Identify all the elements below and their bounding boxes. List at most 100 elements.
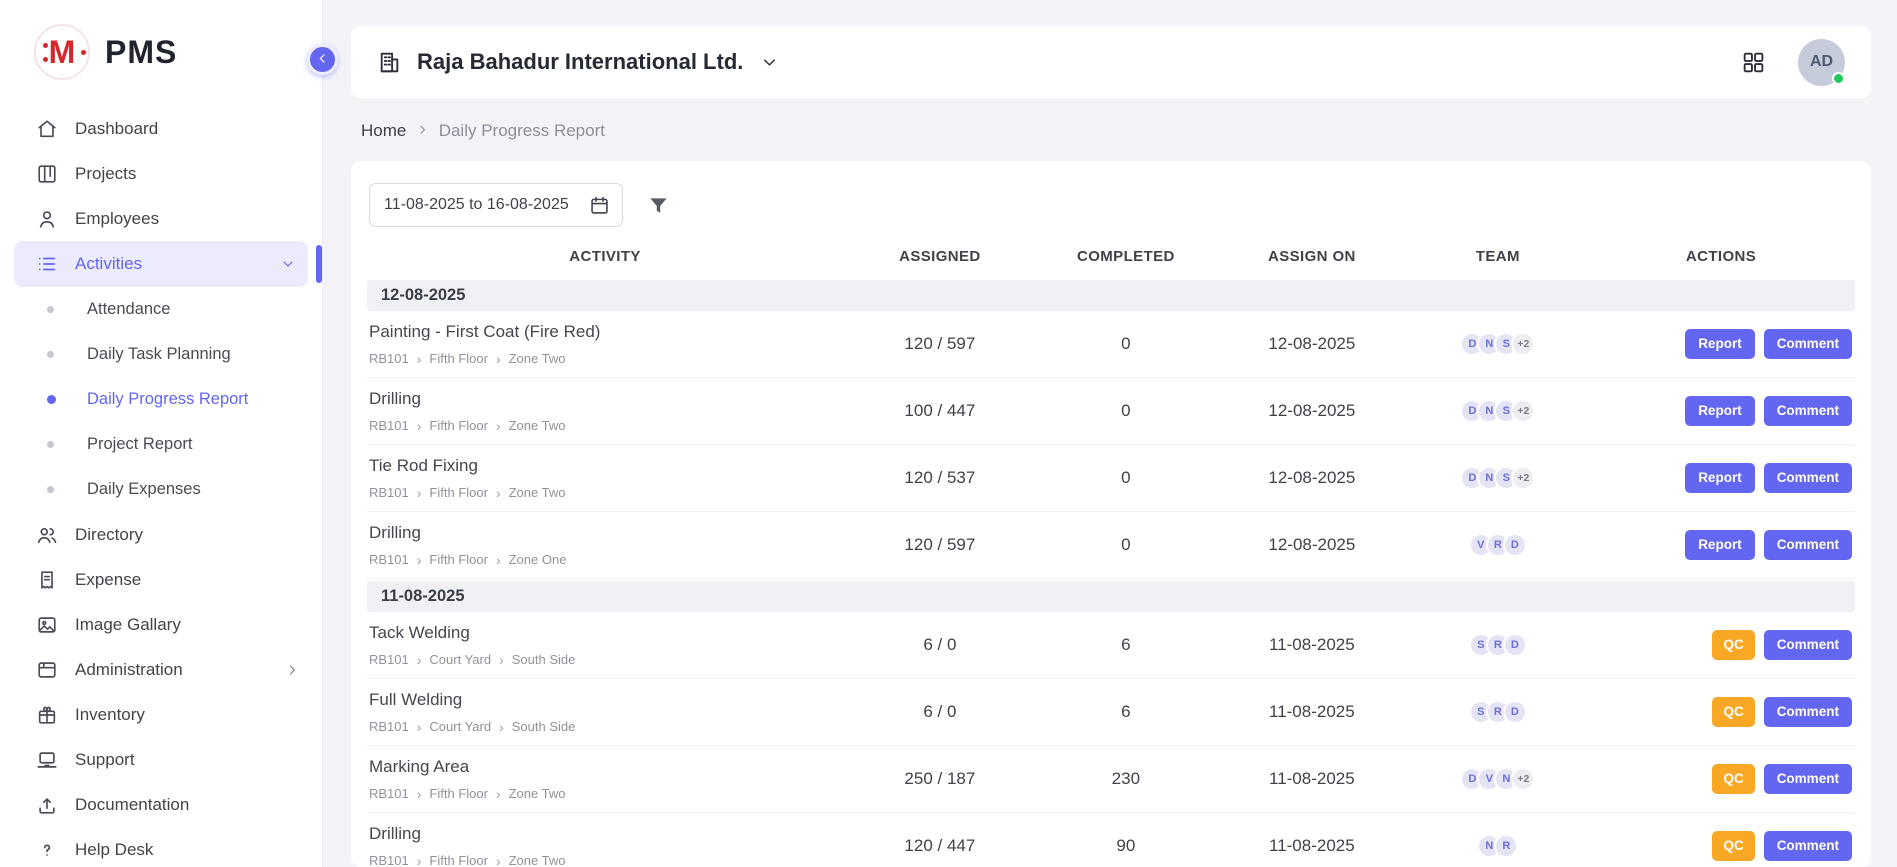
comment-button[interactable]: Comment: [1764, 530, 1852, 560]
path-segment: RB101: [369, 786, 409, 801]
sidebar-subitem-daily-progress-report[interactable]: Daily Progress Report: [0, 377, 322, 422]
comment-button[interactable]: Comment: [1764, 463, 1852, 493]
table-row: Marking AreaRB101›Fifth Floor›Zone Two25…: [367, 746, 1855, 813]
filter-funnel-icon[interactable]: [647, 194, 670, 217]
path-segment: Zone Two: [509, 418, 566, 433]
path-segment: South Side: [512, 652, 576, 667]
team-more-count[interactable]: +2: [1511, 466, 1535, 490]
column-header-assigned: ASSIGNED: [843, 248, 1036, 265]
sidebar-subitem-daily-task-planning[interactable]: Daily Task Planning: [0, 332, 322, 377]
team-member-avatar[interactable]: D: [1503, 533, 1527, 557]
report-button[interactable]: Report: [1685, 463, 1755, 493]
comment-button[interactable]: Comment: [1764, 697, 1852, 727]
breadcrumb-current: Daily Progress Report: [439, 121, 605, 141]
qc-button[interactable]: QC: [1712, 764, 1754, 794]
chevron-right-icon: ›: [417, 787, 422, 801]
chevron-right-icon: ›: [417, 352, 422, 366]
row-actions: QC Comment: [1587, 764, 1855, 794]
report-button[interactable]: Report: [1685, 329, 1755, 359]
breadcrumb-home[interactable]: Home: [361, 121, 406, 141]
activity-location-path: RB101›Fifth Floor›Zone Two: [369, 418, 843, 433]
sidebar-item-inventory[interactable]: Inventory: [0, 692, 322, 737]
chevron-right-icon: ›: [499, 720, 504, 734]
sidebar-item-activities[interactable]: Activities: [14, 241, 308, 287]
team-member-avatar[interactable]: D: [1503, 700, 1527, 724]
team-avatars: SRD: [1409, 633, 1588, 657]
sidebar-item-label: Expense: [75, 570, 141, 590]
helpdesk-icon: [36, 839, 58, 861]
chevron-left-icon: [315, 51, 330, 69]
user-avatar[interactable]: AD: [1798, 39, 1845, 86]
table-row: DrillingRB101›Fifth Floor›Zone One120 / …: [367, 512, 1855, 579]
sidebar-item-employees[interactable]: Employees: [0, 196, 322, 241]
assigned-value: 6 / 0: [843, 702, 1036, 722]
sidebar-item-label: Inventory: [75, 705, 145, 725]
sidebar-item-label: Support: [75, 750, 135, 770]
sidebar-item-label: Activities: [75, 254, 142, 274]
sidebar-item-support[interactable]: Support: [0, 737, 322, 782]
activity-cell: DrillingRB101›Fifth Floor›Zone Two: [367, 389, 843, 433]
assign-on-date: 11-08-2025: [1215, 702, 1408, 722]
team-avatars: SRD: [1409, 700, 1588, 724]
comment-button[interactable]: Comment: [1764, 396, 1852, 426]
app-title: PMS: [105, 34, 177, 71]
activity-location-path: RB101›Fifth Floor›Zone Two: [369, 351, 843, 366]
comment-button[interactable]: Comment: [1764, 764, 1852, 794]
team-more-count[interactable]: +2: [1511, 399, 1535, 423]
path-segment: Fifth Floor: [429, 552, 488, 567]
employees-icon: [36, 208, 58, 230]
sidebar-subitem-attendance[interactable]: Attendance: [0, 287, 322, 332]
sidebar-item-image-gallary[interactable]: Image Gallary: [0, 602, 322, 647]
sidebar-collapse-button[interactable]: [307, 44, 338, 75]
sidebar-item-expense[interactable]: Expense: [0, 557, 322, 602]
qc-button[interactable]: QC: [1712, 831, 1754, 861]
team-member-avatar[interactable]: D: [1503, 633, 1527, 657]
sidebar-item-directory[interactable]: Directory: [0, 512, 322, 557]
report-button[interactable]: Report: [1685, 396, 1755, 426]
comment-button[interactable]: Comment: [1764, 831, 1852, 861]
sidebar-subitem-project-report[interactable]: Project Report: [0, 422, 322, 467]
sidebar-item-projects[interactable]: Projects: [0, 151, 322, 196]
assign-on-date: 11-08-2025: [1215, 635, 1408, 655]
path-segment: RB101: [369, 418, 409, 433]
activity-location-path: RB101›Fifth Floor›Zone Two: [369, 786, 843, 801]
team-member-avatar[interactable]: R: [1494, 834, 1518, 858]
chevron-right-icon: ›: [496, 486, 501, 500]
comment-button[interactable]: Comment: [1764, 630, 1852, 660]
date-range-input[interactable]: 11-08-2025 to 16-08-2025: [369, 183, 623, 227]
apps-grid-icon[interactable]: [1741, 50, 1766, 75]
chevron-right-icon: ›: [417, 720, 422, 734]
sidebar-subitem-label: Daily Expenses: [87, 480, 201, 499]
activity-title: Marking Area: [369, 757, 843, 777]
path-segment: Court Yard: [429, 719, 491, 734]
avatar-initials: AD: [1810, 53, 1833, 71]
report-button[interactable]: Report: [1685, 530, 1755, 560]
sidebar-item-documentation[interactable]: Documentation: [0, 782, 322, 827]
sidebar-item-dashboard[interactable]: Dashboard: [0, 106, 322, 151]
team-more-count[interactable]: +2: [1511, 332, 1535, 356]
chevron-right-icon: ›: [496, 419, 501, 433]
app-logo[interactable]: M PMS: [0, 0, 322, 100]
qc-button[interactable]: QC: [1712, 630, 1754, 660]
qc-button[interactable]: QC: [1712, 697, 1754, 727]
chevron-right-icon: [284, 662, 300, 678]
row-actions: Report Comment: [1587, 463, 1855, 493]
assigned-value: 120 / 597: [843, 334, 1036, 354]
sidebar-subitem-daily-expenses[interactable]: Daily Expenses: [0, 467, 322, 512]
assign-on-date: 12-08-2025: [1215, 535, 1408, 555]
activity-location-path: RB101›Fifth Floor›Zone Two: [369, 853, 843, 867]
logo-mark-icon: M: [34, 24, 90, 80]
sidebar-item-help-desk[interactable]: Help Desk: [0, 827, 322, 867]
table-body: 12-08-2025Painting - First Coat (Fire Re…: [367, 280, 1855, 867]
sidebar-item-label: Directory: [75, 525, 143, 545]
team-more-count[interactable]: +2: [1511, 767, 1535, 791]
company-selector[interactable]: Raja Bahadur International Ltd.: [377, 49, 779, 75]
sidebar-subitem-label: Project Report: [87, 435, 192, 454]
comment-button[interactable]: Comment: [1764, 329, 1852, 359]
table-row: Tack WeldingRB101›Court Yard›South Side6…: [367, 612, 1855, 679]
completed-value: 0: [1037, 468, 1216, 488]
sidebar-item-label: Administration: [75, 660, 183, 680]
column-header-completed: COMPLETED: [1037, 248, 1216, 265]
activity-title: Tack Welding: [369, 623, 843, 643]
sidebar-item-administration[interactable]: Administration: [0, 647, 322, 692]
